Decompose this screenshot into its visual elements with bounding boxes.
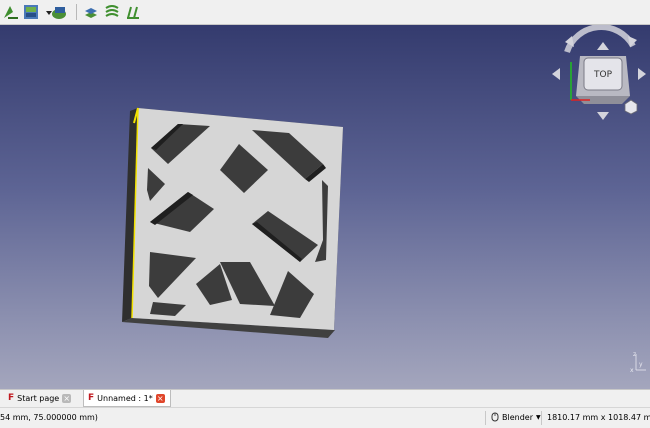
toolbar-separator (76, 4, 77, 20)
nav-up-arrow-icon[interactable] (597, 42, 609, 50)
chevron-down-icon: ▼ (536, 413, 541, 421)
freecad-logo-icon: F (8, 393, 15, 403)
part-design-icon[interactable] (22, 3, 40, 21)
3d-viewport[interactable]: TOP z y x (0, 25, 650, 389)
navigation-style-selector[interactable]: Blender ▼ (491, 412, 541, 422)
nav-down-arrow-icon[interactable] (597, 112, 609, 120)
svg-text:x: x (630, 367, 634, 374)
close-icon[interactable]: × (62, 393, 72, 403)
view-menu-cube-icon[interactable] (624, 99, 638, 115)
navigation-cube[interactable]: TOP (552, 25, 646, 120)
tab-label: Unnamed : 1* (97, 393, 153, 403)
loft-icon[interactable] (124, 3, 142, 21)
nav-right-arrow-icon[interactable] (638, 68, 646, 80)
viewport-canvas: TOP z y x (122, 25, 646, 374)
tab-unnamed[interactable]: F Unnamed : 1* × (83, 390, 171, 407)
mouse-icon (491, 412, 499, 422)
svg-text:y: y (639, 361, 643, 368)
axis-indicator: z y x (630, 351, 646, 374)
status-message: 54 mm, 75.000000 mm) (0, 413, 98, 422)
svg-text:z: z (633, 351, 636, 358)
nav-style-label: Blender (502, 412, 533, 422)
status-bar: 54 mm, 75.000000 mm) Blender ▼ 1810.17 m… (0, 407, 650, 428)
close-icon[interactable]: × (155, 393, 165, 403)
tab-start-page[interactable]: F Start page × (8, 390, 74, 406)
tab-label: Start page (17, 393, 60, 403)
part-workbench-icon[interactable] (50, 3, 68, 21)
navcube-face-label: TOP (593, 70, 613, 80)
freecad-logo-icon: F (88, 393, 95, 403)
sweep-icon[interactable] (103, 3, 121, 21)
status-separator (541, 411, 542, 425)
dropdown-arrow-icon[interactable] (40, 3, 52, 21)
sketch-workbench-icon[interactable] (2, 3, 20, 21)
document-tab-bar: F Start page × F Unnamed : 1* × (0, 389, 650, 407)
view-dimensions: 1810.17 mm x 1018.47 mm (547, 413, 650, 422)
status-separator (485, 411, 486, 425)
nav-left-arrow-icon[interactable] (552, 68, 560, 80)
mesh-icon[interactable] (82, 3, 100, 21)
lattice-plate-model[interactable] (122, 107, 343, 338)
toolbar (0, 0, 650, 25)
